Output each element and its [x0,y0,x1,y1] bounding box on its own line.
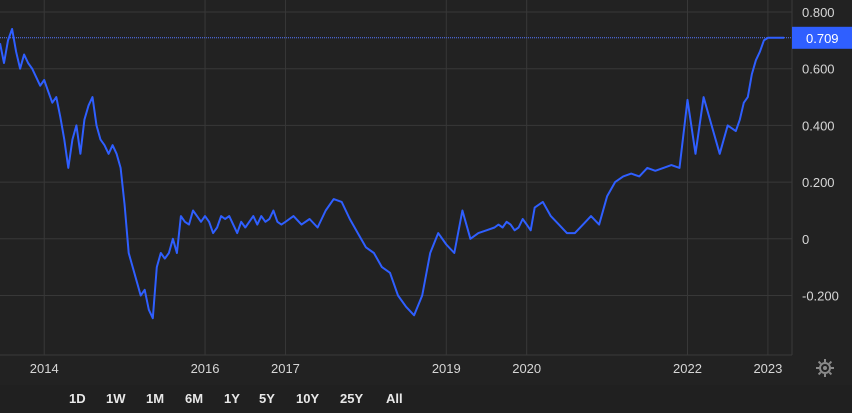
range-button-1w[interactable]: 1W [104,389,128,409]
y-tick-label: 0.800 [802,5,835,20]
y-tick-label: 0.400 [802,118,835,133]
range-button-6m[interactable]: 6M [183,389,205,409]
range-selector: 1D 1W 1M 6M 1Y 5Y 10Y 25Y All [0,385,852,413]
y-tick-label: 0.600 [802,62,835,77]
grid-lines [0,0,793,356]
x-tick-label: 2022 [673,361,702,376]
x-tick-label: 2017 [271,361,300,376]
x-tick-label: 2023 [753,361,782,376]
gear-icon[interactable] [815,358,835,378]
range-button-1d[interactable]: 1D [67,389,88,409]
range-button-all[interactable]: All [384,389,405,409]
y-tick-label: -0.200 [802,289,839,304]
y-tick-label: 0.200 [802,175,835,190]
range-button-1y[interactable]: 1Y [222,389,242,409]
x-tick-label: 2016 [191,361,220,376]
series-line [0,28,784,320]
last-value-label: 0.709 [806,31,839,46]
y-axis-ticks: 0.800 0.600 0.400 0.200 0 -0.200 [802,5,839,304]
range-button-25y[interactable]: 25Y [338,389,365,409]
last-value-badge: 0.709 [792,26,852,49]
x-tick-label: 2019 [432,361,461,376]
range-button-1m[interactable]: 1M [144,389,166,409]
range-button-10y[interactable]: 10Y [294,389,321,409]
range-button-5y[interactable]: 5Y [257,389,277,409]
x-axis-ticks: 2014 2016 2017 2019 2020 2022 2023 [30,361,783,376]
y-tick-label: 0 [802,232,809,247]
x-tick-label: 2014 [30,361,59,376]
x-tick-label: 2020 [512,361,541,376]
line-chart: 2014 2016 2017 2019 2020 2022 2023 0.8000.6000… [0,0,852,376]
